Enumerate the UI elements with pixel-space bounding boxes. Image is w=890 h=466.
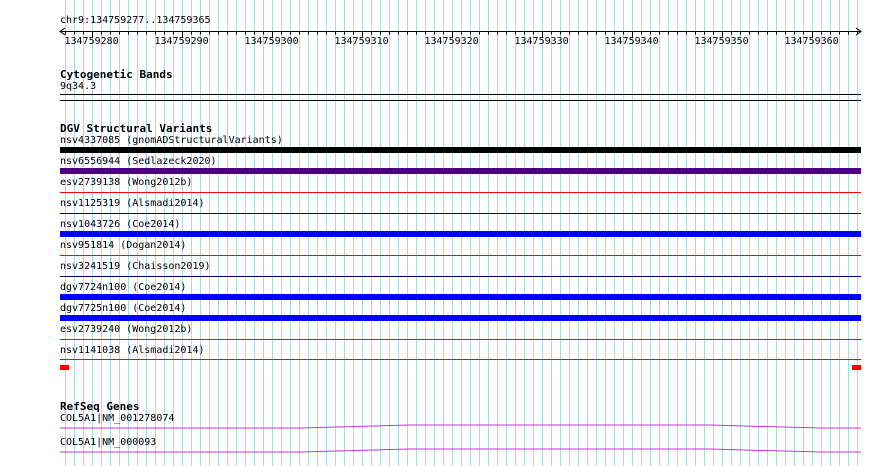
cytoband-label[interactable]: 9q34.3 <box>60 81 96 93</box>
ruler-tick-label: 134759290 <box>154 36 209 47</box>
ruler-tick-label: 134759350 <box>694 36 749 47</box>
ruler-tick-label: 134759360 <box>784 36 839 47</box>
dgv-feature-label[interactable]: nsv1141038 (Alsmadi2014) <box>60 345 205 357</box>
ruler-tick-label: 134759320 <box>424 36 479 47</box>
dgv-feature-bar <box>60 315 861 321</box>
refseq-gene-label[interactable]: COL5A1|NM_001278074 <box>60 413 174 425</box>
ruler-tick-label: 134759310 <box>334 36 389 47</box>
refseq-gene-label[interactable]: COL5A1|NM_000093 <box>60 437 156 449</box>
dgv-feature-label[interactable]: nsv6556944 (Sedlazeck2020) <box>60 156 217 168</box>
dgv-feature-label[interactable]: nsv1043726 (Coe2014) <box>60 219 180 231</box>
dgv-feature-label[interactable]: dgv7725n100 (Coe2014) <box>60 303 186 315</box>
dgv-feature-label[interactable]: dgv7724n100 (Coe2014) <box>60 282 186 294</box>
dgv-track-title[interactable]: DGV Structural Variants <box>60 122 212 135</box>
cytoband-track-title[interactable]: Cytogenetic Bands <box>60 68 173 81</box>
ruler-tick-label: 134759300 <box>244 36 299 47</box>
dgv-feature-bar <box>60 294 861 300</box>
dgv-feature-label[interactable]: nsv4337085 (gnomADStructuralVariants) <box>60 135 283 147</box>
dgv-feature-label[interactable]: esv2739138 (Wong2012b) <box>60 177 192 189</box>
dgv-feature-right-block <box>852 365 861 370</box>
refseq-track-title[interactable]: RefSeq Genes <box>60 400 139 413</box>
ruler-tick-label: 134759280 <box>64 36 119 47</box>
dgv-feature-left-block <box>60 365 69 370</box>
dgv-feature-label[interactable]: nsv1125319 (Alsmadi2014) <box>60 198 205 210</box>
dgv-feature-label[interactable]: nsv951814 (Dogan2014) <box>60 240 186 252</box>
dgv-feature-bar <box>60 231 861 237</box>
dgv-feature-label[interactable]: nsv3241519 (Chaisson2019) <box>60 261 211 273</box>
dgv-feature-bar <box>60 168 861 174</box>
ruler-tick-label: 134759340 <box>604 36 659 47</box>
ruler-location: chr9:134759277..134759365 <box>60 15 211 26</box>
ruler-tick-label: 134759330 <box>514 36 569 47</box>
dgv-feature-bar <box>60 147 861 153</box>
dgv-feature-label[interactable]: esv2739240 (Wong2012b) <box>60 324 192 336</box>
